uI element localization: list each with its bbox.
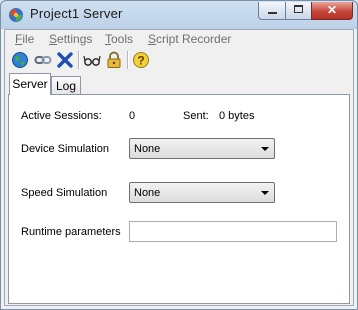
lock-icon[interactable] [105, 51, 123, 69]
menu-settings[interactable]: Settings [49, 32, 92, 46]
tab-log[interactable]: Log [51, 76, 81, 95]
menu-script-recorder-label: cript Recorder [156, 32, 232, 46]
menu-settings-accel: S [49, 32, 58, 46]
menu-tools[interactable]: Tools [105, 32, 133, 46]
minimize-icon [268, 12, 277, 14]
toolbar-separator [127, 51, 129, 69]
runtime-parameters-input[interactable] [129, 221, 337, 242]
maximize-button[interactable] [285, 2, 312, 20]
sent-value: 0 bytes [219, 110, 255, 122]
title-bar[interactable]: Project1 Server ✕ [1, 1, 357, 29]
client-area: File Settings Tools Script Recorder ? Se… [4, 29, 354, 306]
maximize-icon [294, 5, 303, 13]
active-sessions-value: 0 [129, 110, 136, 122]
close-icon: ✕ [326, 3, 338, 17]
chevron-down-icon [261, 147, 269, 151]
menu-script-recorder-accel: S [148, 32, 157, 46]
tab-strip: Server Log [7, 73, 351, 95]
glasses-icon[interactable] [83, 51, 101, 69]
link-icon[interactable] [34, 51, 52, 69]
app-window: Project1 Server ✕ File Settings Tools Sc… [0, 0, 358, 310]
toolbar-separator [78, 51, 80, 69]
close-x-icon[interactable] [56, 51, 74, 69]
speed-simulation-value: None [134, 187, 161, 199]
server-panel: Active Sessions: 0 Sent: 0 bytes Device … [8, 94, 350, 304]
globe-icon[interactable] [11, 51, 29, 69]
menu-bar: File Settings Tools Script Recorder [5, 31, 353, 48]
window-title: Project1 Server [30, 6, 123, 21]
speed-simulation-label: Speed Simulation [21, 187, 108, 199]
runtime-parameters-label: Runtime parameters [21, 226, 121, 238]
minimize-button[interactable] [258, 2, 286, 20]
app-logo-icon [9, 8, 23, 22]
help-icon[interactable]: ? [132, 51, 150, 69]
active-sessions-label: Active Sessions: [21, 110, 102, 122]
close-button[interactable]: ✕ [311, 2, 353, 20]
chevron-down-icon [261, 191, 269, 195]
tab-server[interactable]: Server [9, 73, 51, 95]
speed-simulation-select[interactable]: None [129, 182, 275, 203]
menu-script-recorder[interactable]: Script Recorder [148, 32, 231, 46]
menu-file[interactable]: File [15, 32, 34, 46]
sent-label: Sent: [183, 110, 209, 122]
device-simulation-value: None [134, 143, 161, 155]
menu-tools-label: ools [111, 32, 134, 46]
svg-text:?: ? [137, 54, 144, 68]
menu-file-label: ile [22, 32, 35, 46]
device-simulation-select[interactable]: None [129, 138, 275, 159]
toolbar: ? [5, 49, 353, 71]
device-simulation-label: Device Simulation [21, 143, 110, 155]
menu-settings-label: ettings [57, 32, 93, 46]
